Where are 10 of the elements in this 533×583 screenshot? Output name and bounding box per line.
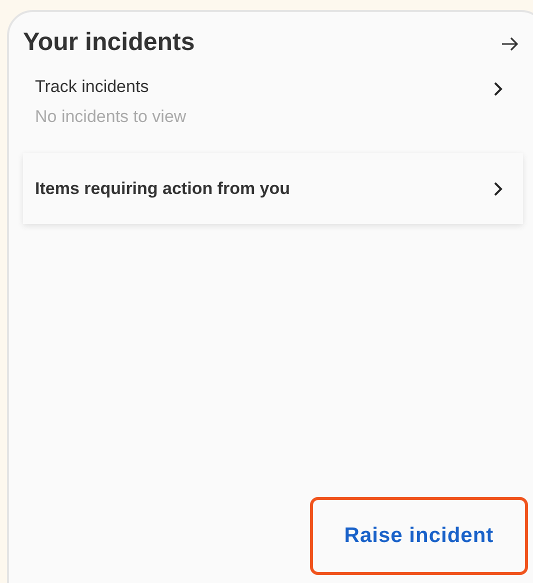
arrow-right-icon[interactable] xyxy=(501,36,519,52)
track-incidents-link[interactable]: Track incidents No incidents to view xyxy=(35,77,505,127)
raise-incident-button[interactable]: Raise incident xyxy=(310,497,528,575)
chevron-right-icon xyxy=(493,180,503,196)
action-items-card[interactable]: Items requiring action from you xyxy=(23,153,523,224)
link-subtitle: No incidents to view xyxy=(35,107,186,127)
link-label: Track incidents xyxy=(35,77,150,97)
card-title: Your incidents xyxy=(23,28,195,57)
chevron-right-icon xyxy=(493,81,503,97)
action-label: Items requiring action from you xyxy=(35,178,290,198)
